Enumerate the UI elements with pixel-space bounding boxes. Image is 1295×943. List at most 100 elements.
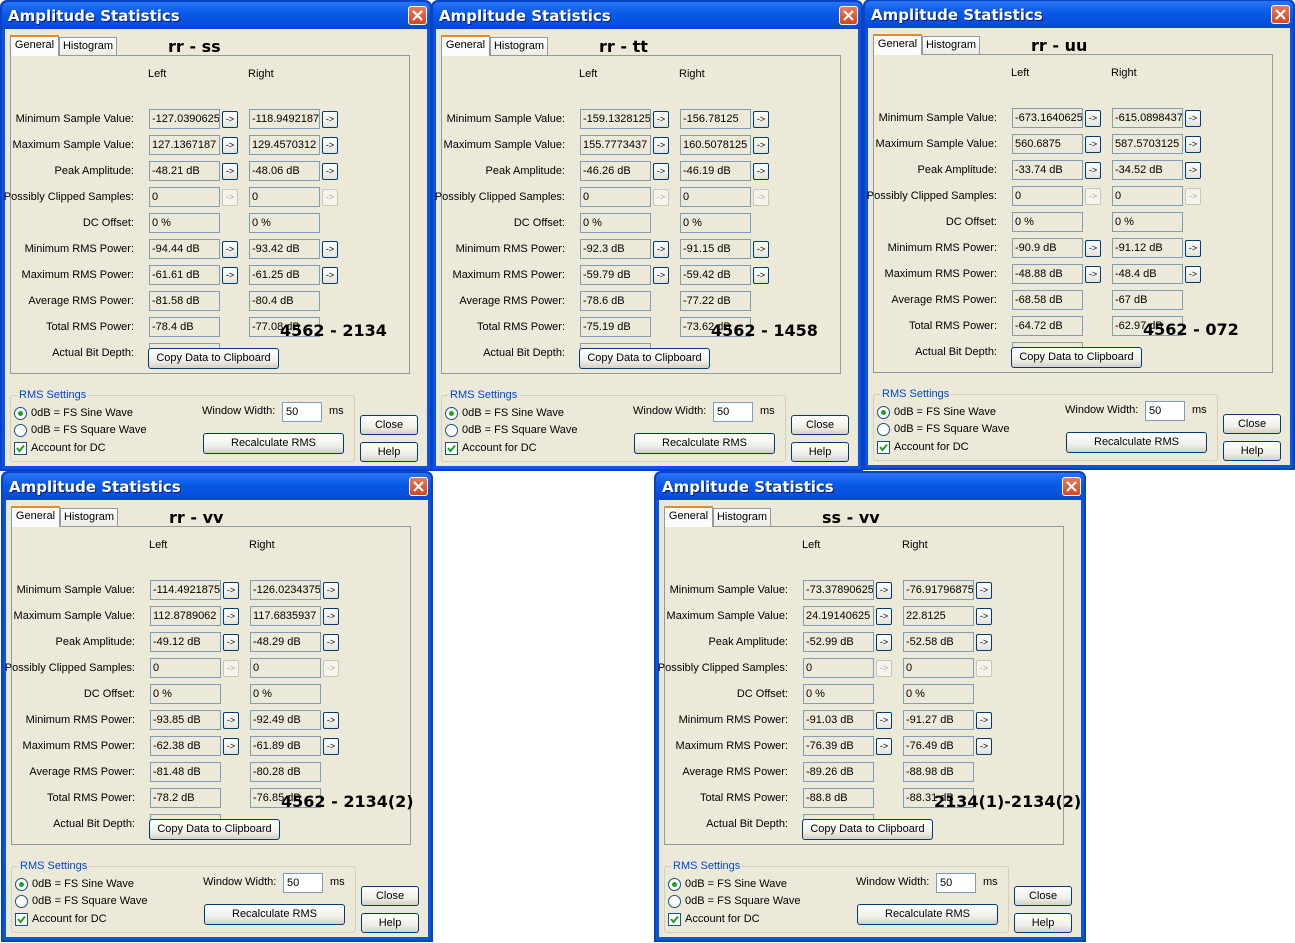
goto-arrow-button[interactable]: ->: [222, 267, 238, 284]
left-value-field[interactable]: 127.1367187: [149, 135, 220, 155]
left-value-field[interactable]: -114.4921875: [150, 580, 221, 600]
tab-general[interactable]: General: [10, 35, 59, 56]
title-bar[interactable]: Amplitude Statistics: [865, 1, 1293, 28]
goto-arrow-button[interactable]: ->: [222, 241, 238, 258]
square-wave-radio[interactable]: [445, 424, 458, 437]
right-value-field[interactable]: -59.42 dB: [680, 265, 751, 285]
goto-arrow-button[interactable]: ->: [653, 241, 669, 258]
left-value-field[interactable]: -33.74 dB: [1012, 160, 1083, 180]
window-width-input[interactable]: 50: [283, 873, 323, 893]
right-value-field[interactable]: 0 %: [1112, 212, 1183, 232]
right-value-field[interactable]: 129.4570312: [249, 135, 320, 155]
goto-arrow-button[interactable]: ->: [1185, 162, 1201, 179]
copy-to-clipboard-button[interactable]: Copy Data to Clipboard: [1011, 347, 1142, 368]
left-value-field[interactable]: 155.7773437: [580, 135, 651, 155]
right-value-field[interactable]: -126.0234375: [250, 580, 321, 600]
left-value-field[interactable]: 0: [149, 187, 220, 207]
sine-wave-radio[interactable]: [877, 406, 890, 419]
account-for-dc-checkbox[interactable]: [877, 441, 890, 454]
left-value-field[interactable]: -75.19 dB: [580, 317, 651, 337]
left-value-field[interactable]: -127.0390625: [149, 109, 220, 129]
goto-arrow-button[interactable]: ->: [223, 634, 239, 651]
right-value-field[interactable]: -76.91796875: [903, 580, 974, 600]
right-value-field[interactable]: 0 %: [680, 213, 751, 233]
recalculate-rms-button[interactable]: Recalculate RMS: [857, 904, 998, 925]
goto-arrow-button[interactable]: ->: [322, 163, 338, 180]
left-value-field[interactable]: -48.88 dB: [1012, 264, 1083, 284]
right-value-field[interactable]: -48.29 dB: [250, 632, 321, 652]
goto-arrow-button[interactable]: ->: [653, 137, 669, 154]
account-for-dc-checkbox[interactable]: [445, 442, 458, 455]
close-button[interactable]: Close: [791, 415, 849, 435]
goto-arrow-button[interactable]: ->: [223, 738, 239, 755]
right-value-field[interactable]: -67 dB: [1112, 290, 1183, 310]
goto-arrow-button[interactable]: ->: [653, 163, 669, 180]
goto-arrow-button[interactable]: ->: [323, 634, 339, 651]
help-button[interactable]: Help: [791, 442, 849, 462]
right-value-field[interactable]: 0: [1112, 186, 1183, 206]
left-value-field[interactable]: 0: [580, 187, 651, 207]
goto-arrow-button[interactable]: ->: [1085, 266, 1101, 283]
right-value-field[interactable]: -91.27 dB: [903, 710, 974, 730]
left-value-field[interactable]: 112.8789062: [150, 606, 221, 626]
tab-general[interactable]: General: [664, 506, 713, 527]
goto-arrow-button[interactable]: ->: [323, 712, 339, 729]
right-value-field[interactable]: 0: [903, 658, 974, 678]
goto-arrow-button[interactable]: ->: [222, 111, 238, 128]
close-icon[interactable]: [408, 6, 427, 25]
sine-wave-radio[interactable]: [445, 407, 458, 420]
right-value-field[interactable]: -156.78125: [680, 109, 751, 129]
right-value-field[interactable]: -615.0898437: [1112, 108, 1183, 128]
right-value-field[interactable]: -88.98 dB: [903, 762, 974, 782]
goto-arrow-button[interactable]: ->: [222, 163, 238, 180]
left-value-field[interactable]: -68.58 dB: [1012, 290, 1083, 310]
left-value-field[interactable]: -76.39 dB: [803, 736, 874, 756]
left-value-field[interactable]: -159.1328125: [580, 109, 651, 129]
title-bar[interactable]: Amplitude Statistics: [2, 2, 430, 29]
right-value-field[interactable]: -48.4 dB: [1112, 264, 1183, 284]
title-bar[interactable]: Amplitude Statistics: [656, 473, 1084, 500]
goto-arrow-button[interactable]: ->: [1185, 240, 1201, 257]
goto-arrow-button[interactable]: ->: [1085, 110, 1101, 127]
goto-arrow-button[interactable]: ->: [323, 582, 339, 599]
tab-histogram[interactable]: Histogram: [713, 508, 771, 526]
goto-arrow-button[interactable]: ->: [322, 137, 338, 154]
goto-arrow-button[interactable]: ->: [876, 738, 892, 755]
help-button[interactable]: Help: [361, 913, 419, 933]
close-button[interactable]: Close: [360, 415, 418, 435]
help-button[interactable]: Help: [1223, 441, 1281, 461]
left-value-field[interactable]: -48.21 dB: [149, 161, 220, 181]
right-value-field[interactable]: 0: [680, 187, 751, 207]
close-icon[interactable]: [409, 477, 428, 496]
left-value-field[interactable]: 0 %: [803, 684, 874, 704]
close-button[interactable]: Close: [1014, 886, 1072, 906]
left-value-field[interactable]: -62.38 dB: [150, 736, 221, 756]
tab-histogram[interactable]: Histogram: [60, 508, 118, 526]
goto-arrow-button[interactable]: ->: [322, 111, 338, 128]
left-value-field[interactable]: -89.26 dB: [803, 762, 874, 782]
left-value-field[interactable]: 0 %: [149, 213, 220, 233]
left-value-field[interactable]: -91.03 dB: [803, 710, 874, 730]
account-for-dc-checkbox[interactable]: [14, 442, 27, 455]
goto-arrow-button[interactable]: ->: [223, 582, 239, 599]
right-value-field[interactable]: 0: [249, 187, 320, 207]
goto-arrow-button[interactable]: ->: [976, 712, 992, 729]
left-value-field[interactable]: 0: [803, 658, 874, 678]
right-value-field[interactable]: -76.49 dB: [903, 736, 974, 756]
recalculate-rms-button[interactable]: Recalculate RMS: [1066, 432, 1207, 453]
help-button[interactable]: Help: [1014, 913, 1072, 933]
right-value-field[interactable]: -46.19 dB: [680, 161, 751, 181]
right-value-field[interactable]: -34.52 dB: [1112, 160, 1183, 180]
close-icon[interactable]: [1271, 5, 1290, 24]
left-value-field[interactable]: -81.58 dB: [149, 291, 220, 311]
copy-to-clipboard-button[interactable]: Copy Data to Clipboard: [579, 348, 710, 369]
recalculate-rms-button[interactable]: Recalculate RMS: [204, 904, 345, 925]
right-value-field[interactable]: -48.06 dB: [249, 161, 320, 181]
close-button[interactable]: Close: [1223, 414, 1281, 434]
copy-to-clipboard-button[interactable]: Copy Data to Clipboard: [802, 819, 933, 840]
left-value-field[interactable]: -52.99 dB: [803, 632, 874, 652]
right-value-field[interactable]: -52.58 dB: [903, 632, 974, 652]
left-value-field[interactable]: -94.44 dB: [149, 239, 220, 259]
sine-wave-radio[interactable]: [668, 878, 681, 891]
right-value-field[interactable]: 0 %: [249, 213, 320, 233]
